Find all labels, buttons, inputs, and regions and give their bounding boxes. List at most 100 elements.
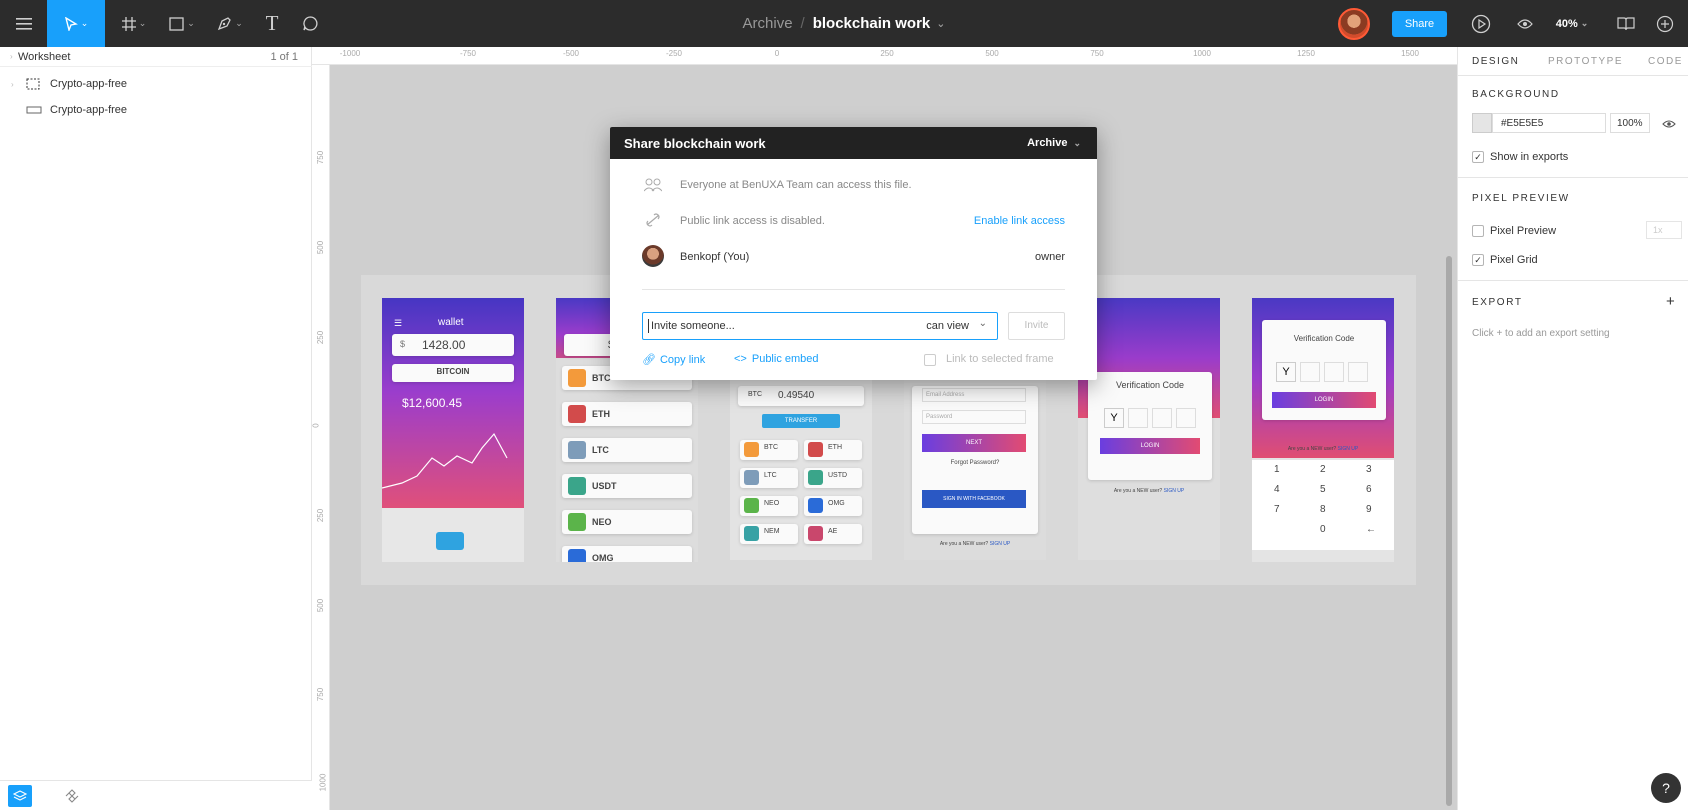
permission-select[interactable]: can view [926, 320, 969, 332]
menu-icon: ☰ [394, 318, 403, 328]
page-selector[interactable]: › Worksheet 1 of 1 [0, 47, 312, 67]
tab-code[interactable]: CODE [1648, 47, 1683, 75]
file-menu-chevron-icon[interactable]: ⌄ [936, 17, 945, 30]
background-hex-input[interactable]: #E5E5E5 [1492, 113, 1606, 133]
login-button: LOGIN [1100, 438, 1200, 454]
show-in-exports-checkbox[interactable]: ✓ [1472, 151, 1484, 163]
help-button[interactable]: ? [1651, 773, 1681, 803]
layers-tab[interactable] [8, 785, 32, 807]
coin-tile: LTC [740, 468, 798, 488]
invite-button[interactable]: Invite [1008, 312, 1065, 340]
ruler-label: 1000 [1193, 49, 1211, 58]
key-5: 5 [1320, 484, 1326, 495]
eth-icon [568, 405, 586, 423]
add-export-button[interactable]: + [1666, 293, 1675, 310]
shape-tool-button[interactable]: ⌄ [160, 0, 204, 47]
file-name[interactable]: blockchain work [813, 15, 931, 32]
present-button[interactable] [1466, 0, 1496, 47]
pixel-preview-scale-select[interactable]: 1x [1646, 221, 1682, 239]
eye-icon [1517, 18, 1533, 29]
comment-tool-button[interactable] [290, 0, 330, 47]
pixel-preview-checkbox[interactable] [1472, 225, 1484, 237]
nem-icon [744, 526, 759, 541]
cursor-icon [64, 16, 78, 31]
public-link-text: Public link access is disabled. [680, 215, 825, 227]
amount-value: 0.49540 [778, 390, 815, 401]
coin-row: USDT [562, 474, 692, 498]
copy-link-button[interactable]: 🔗︎ Copy link [642, 353, 705, 366]
text-tool-button[interactable]: T [256, 0, 288, 47]
public-embed-label: Public embed [751, 353, 819, 365]
vertical-ruler: 750 500 250 0 250 500 750 1000 [312, 65, 330, 810]
eye-icon[interactable] [1662, 119, 1676, 129]
verification-title: Verification Code [1115, 380, 1185, 390]
coin-name: BITCOIN [436, 367, 470, 376]
link-off-icon [646, 213, 660, 227]
eth-icon [808, 442, 823, 457]
view-settings-button[interactable] [1510, 0, 1540, 47]
currency-symbol: $ [400, 339, 406, 349]
chevron-down-icon[interactable]: ⌄ [979, 318, 987, 329]
invite-input-wrapper[interactable]: Invite someone... can view ⌄ [642, 312, 998, 340]
pen-tool-button[interactable]: ⌄ [208, 0, 252, 47]
digit-box [1176, 408, 1196, 428]
wallet-screen-mockup[interactable]: ☰ wallet $ 1428.00 BITCOIN $12,600.45 [382, 298, 524, 562]
background-opacity-input[interactable]: 100% [1610, 113, 1650, 133]
background-color-swatch[interactable] [1472, 113, 1492, 133]
balance-value: 1428.00 [422, 338, 466, 352]
usdt-icon [568, 477, 586, 495]
btc-icon [744, 442, 759, 457]
project-select[interactable]: Archive ⌄ [1027, 137, 1081, 149]
member-name: Benkopf (You) [680, 251, 750, 263]
library-button[interactable] [1612, 0, 1640, 47]
frame-tool-icon [121, 16, 136, 31]
canvas-scrollbar[interactable] [1446, 256, 1452, 806]
move-tool-button[interactable]: ⌄ [47, 0, 105, 47]
comment-icon [302, 16, 318, 31]
enable-link-access-link[interactable]: Enable link access [974, 215, 1065, 227]
public-embed-button[interactable]: <> Public embed [734, 353, 819, 365]
ruler-label: 750 [316, 150, 326, 165]
invite-input[interactable]: Invite someone... [651, 320, 735, 332]
menu-button[interactable] [0, 0, 47, 47]
ruler-label: 250 [880, 49, 894, 58]
ltc-icon [744, 470, 759, 485]
project-name[interactable]: Archive [743, 15, 793, 32]
keypad: 1 2 3 4 5 6 7 8 9 0 ← [1252, 460, 1394, 550]
coin-tile: ETH [804, 440, 862, 460]
export-hint: Click + to add an export setting [1472, 328, 1610, 339]
keypad-screen-mockup[interactable]: Verification Code Y LOGIN Are you a NEW … [1252, 298, 1394, 562]
link-to-frame-checkbox[interactable] [924, 354, 936, 366]
tab-prototype[interactable]: PROTOTYPE [1548, 47, 1623, 75]
title-separator: / [800, 15, 805, 32]
key-0: 0 [1320, 524, 1326, 535]
frame-tool-button[interactable]: ⌄ [112, 0, 156, 47]
ruler-label: 500 [316, 240, 326, 255]
page-name: Worksheet [18, 50, 71, 63]
user-avatar[interactable] [1338, 8, 1370, 40]
ruler-label: 0 [311, 423, 321, 428]
ruler-label: -750 [459, 49, 477, 58]
pixel-grid-checkbox[interactable]: ✓ [1472, 254, 1484, 266]
ae-icon [808, 526, 823, 541]
coin-price: $12,600.45 [402, 396, 463, 410]
login-card: Email Address Password NEXT Forgot Passw… [912, 386, 1038, 534]
digit-box [1324, 362, 1344, 382]
components-tab[interactable] [60, 785, 84, 807]
verification-screen-mockup[interactable]: Verification Code Y LOGIN Are you a NEW … [1078, 298, 1220, 560]
add-plugin-button[interactable] [1648, 0, 1682, 47]
tab-design[interactable]: DESIGN [1472, 47, 1519, 75]
coin-name-card: BITCOIN [392, 364, 514, 382]
neo-icon [568, 513, 586, 531]
email-field: Email Address [922, 388, 1026, 402]
plus-circle-icon [1656, 15, 1674, 32]
zoom-menu[interactable]: 40% ⌄ [1546, 0, 1598, 47]
chevron-down-icon: ⌄ [1073, 138, 1081, 148]
coin-tile: USTD [804, 468, 862, 488]
ruler-label: 1500 [1401, 49, 1419, 58]
neo-icon [744, 498, 759, 513]
share-button[interactable]: Share [1392, 11, 1447, 37]
code-icon: <> [734, 353, 747, 365]
layer-row[interactable]: Crypto-app-free [0, 97, 312, 123]
layer-row[interactable]: › Crypto-app-free [0, 71, 312, 97]
